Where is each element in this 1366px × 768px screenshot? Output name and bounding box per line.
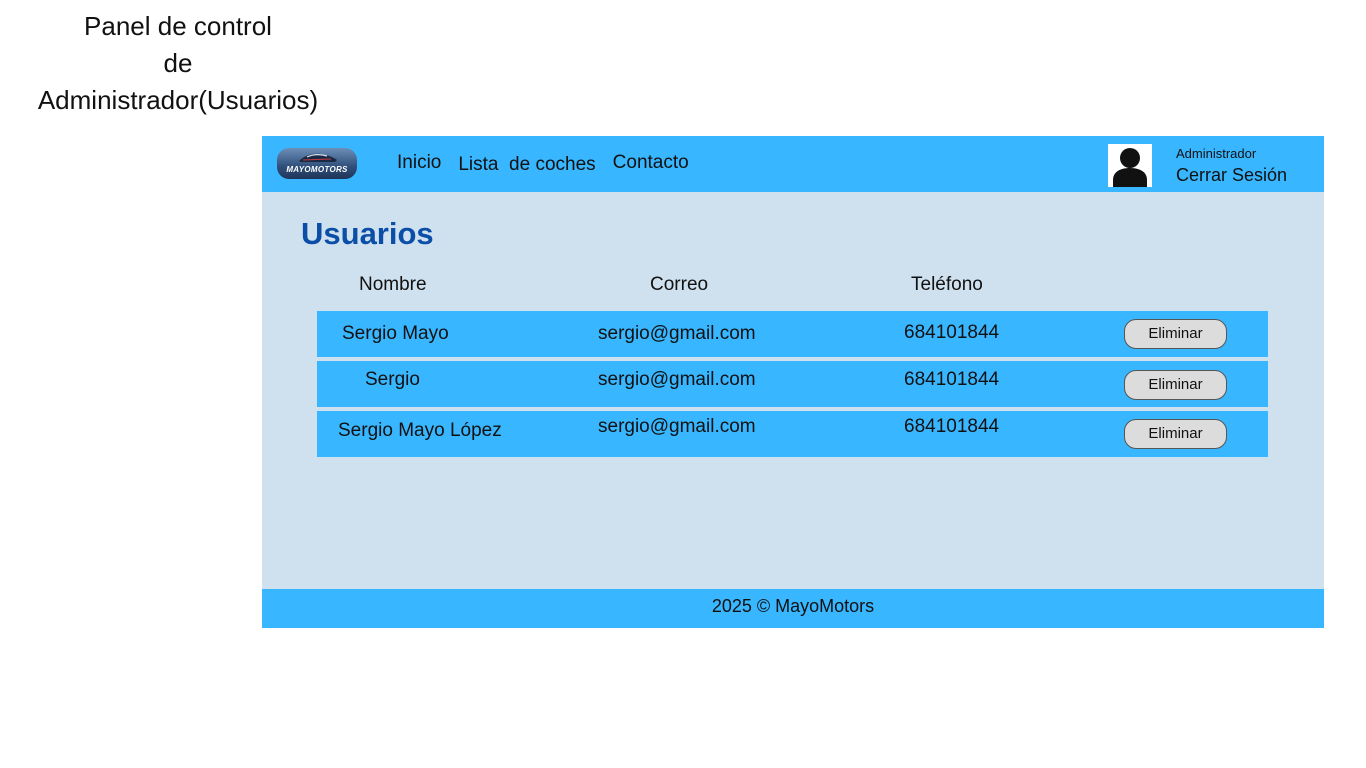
caption-line-1: Panel de control [84, 11, 272, 41]
column-header-correo: Correo [650, 274, 709, 295]
nav-link-contacto[interactable]: Contacto [613, 152, 689, 176]
column-header-telefono: Teléfono [911, 274, 983, 295]
cell-nombre: Sergio Mayo [342, 323, 449, 344]
nav-links: Inicio Lista de coches Contacto [397, 152, 706, 176]
eliminar-button[interactable]: Eliminar [1124, 319, 1227, 349]
admin-panel-frame: MAYOMOTORS Inicio Lista de coches Contac… [262, 136, 1324, 628]
cell-correo: sergio@gmail.com [598, 369, 756, 390]
caption-line-2: de [163, 48, 193, 78]
table-row: Sergio Mayo López sergio@gmail.com 68410… [317, 411, 1268, 457]
page-title: Usuarios [301, 216, 434, 251]
nav-link-inicio[interactable]: Inicio [397, 152, 441, 176]
logout-link[interactable]: Cerrar Sesión [1176, 165, 1287, 186]
cell-correo: sergio@gmail.com [598, 416, 756, 437]
top-navbar: MAYOMOTORS Inicio Lista de coches Contac… [262, 136, 1324, 192]
table-row: Sergio sergio@gmail.com 684101844 Elimin… [317, 361, 1268, 407]
nav-link-lista-coches[interactable]: Lista de coches [458, 154, 595, 176]
logo-text: MAYOMOTORS [286, 165, 348, 174]
cell-nombre: Sergio [365, 369, 420, 390]
footer-text: 2025 © MayoMotors [711, 596, 875, 616]
mayomotors-logo[interactable]: MAYOMOTORS [277, 148, 357, 179]
caption-line-3: Administrador(Usuarios) [37, 85, 319, 115]
user-role-label: Administrador [1176, 146, 1257, 161]
footer: 2025 © MayoMotors [262, 589, 1324, 628]
table-row: Sergio Mayo sergio@gmail.com 684101844 E… [317, 311, 1268, 357]
eliminar-button[interactable]: Eliminar [1124, 419, 1227, 449]
cell-telefono: 684101844 [904, 416, 1000, 437]
user-box: Administrador Cerrar Sesión [1176, 146, 1287, 186]
column-header-nombre: Nombre [359, 274, 427, 295]
user-avatar-icon[interactable] [1108, 144, 1152, 187]
cell-nombre: Sergio Mayo López [338, 420, 502, 441]
page-caption: Panel de control de Administrador(Usuari… [0, 8, 356, 119]
cell-correo: sergio@gmail.com [598, 323, 756, 344]
eliminar-button[interactable]: Eliminar [1124, 370, 1227, 400]
car-logo-icon [299, 153, 337, 162]
cell-telefono: 684101844 [904, 322, 1000, 343]
cell-telefono: 684101844 [904, 369, 1000, 390]
